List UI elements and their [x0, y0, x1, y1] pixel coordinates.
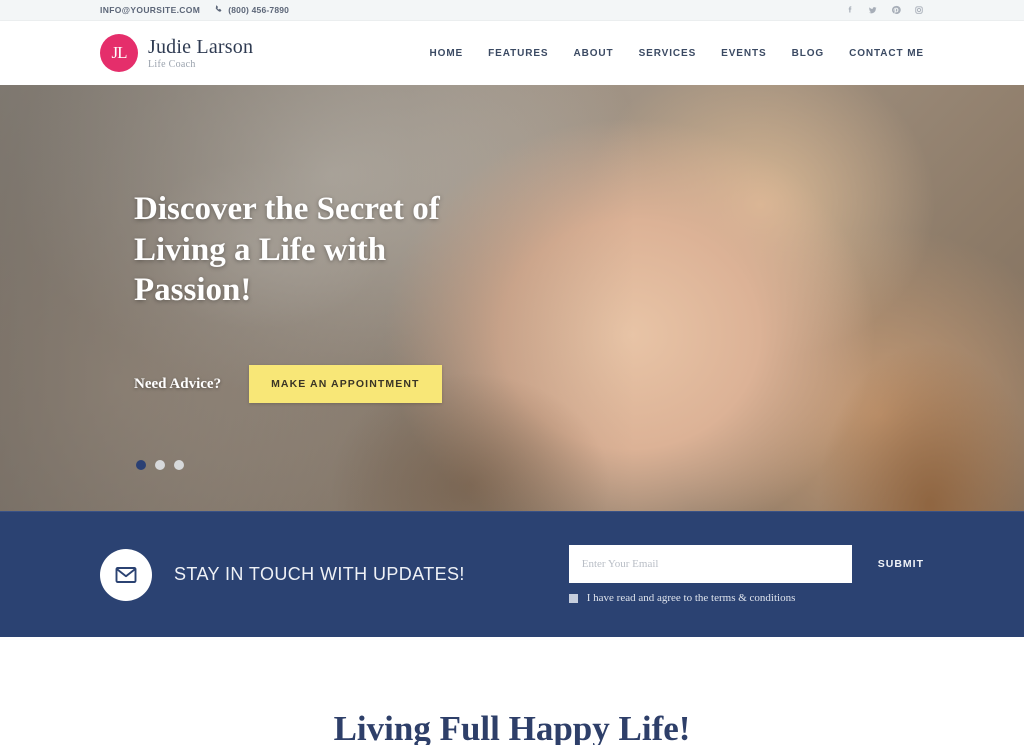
top-bar-contact: INFO@YOURSITE.COM (800) 456-7890 — [100, 5, 289, 16]
logo[interactable]: JL Judie Larson Life Coach — [100, 34, 253, 72]
brand-name: Judie Larson — [148, 35, 254, 58]
email-text: INFO@YOURSITE.COM — [100, 5, 201, 15]
top-bar: INFO@YOURSITE.COM (800) 456-7890 — [0, 0, 1024, 21]
newsletter-bar: STAY IN TOUCH WITH UPDATES! SUBMIT I hav… — [0, 511, 1024, 637]
terms-label: I have read and agree to the terms & con… — [586, 592, 796, 604]
logo-monogram: JL — [100, 34, 138, 72]
hero-slider: Discover the Secret of Living a Life wit… — [0, 85, 1024, 511]
newsletter-title: STAY IN TOUCH WITH UPDATES! — [174, 564, 465, 584]
slider-dot-3[interactable] — [174, 460, 184, 470]
section-title: Living Full Happy Life! — [333, 709, 691, 745]
terms-checkbox[interactable] — [568, 593, 578, 603]
phone-text: (800) 456-7890 — [228, 5, 290, 15]
nav-item-services[interactable]: SERVICES — [639, 48, 697, 59]
site-header: JL Judie Larson Life Coach HOME FEATURES… — [0, 21, 1024, 85]
main-navigation: HOME FEATURES ABOUT SERVICES EVENTS BLOG… — [430, 48, 924, 59]
submit-button[interactable]: SUBMIT — [878, 558, 924, 570]
pinterest-icon[interactable] — [890, 5, 901, 16]
nav-item-blog[interactable]: BLOG — [792, 48, 825, 59]
email-link[interactable]: INFO@YOURSITE.COM — [100, 5, 200, 15]
brand-tagline: Life Coach — [148, 58, 196, 70]
phone-icon — [214, 5, 223, 16]
hero-title: Discover the Secret of Living a Life wit… — [134, 191, 440, 309]
phone-link[interactable]: (800) 456-7890 — [214, 5, 289, 16]
hero-advice-label: Need Advice? — [134, 375, 222, 392]
facebook-icon[interactable] — [844, 5, 855, 16]
twitter-icon[interactable] — [867, 5, 878, 16]
nav-item-about[interactable]: ABOUT — [574, 48, 614, 59]
section-living-full-happy-life: Living Full Happy Life! — [0, 637, 1024, 745]
slider-dot-1[interactable] — [136, 460, 146, 470]
instagram-icon[interactable] — [913, 5, 924, 16]
nav-item-events[interactable]: EVENTS — [721, 48, 766, 59]
make-an-appointment-button[interactable]: MAKE AN APPOINTMENT — [249, 365, 442, 403]
nav-item-home[interactable]: HOME — [430, 48, 464, 59]
envelope-icon — [100, 548, 152, 601]
slider-dot-2[interactable] — [155, 460, 165, 470]
social-links — [844, 5, 924, 16]
nav-item-features[interactable]: FEATURES — [488, 48, 548, 59]
nav-item-contact-me[interactable]: CONTACT ME — [849, 48, 924, 59]
email-input[interactable] — [568, 545, 852, 583]
slider-dots — [136, 460, 184, 470]
